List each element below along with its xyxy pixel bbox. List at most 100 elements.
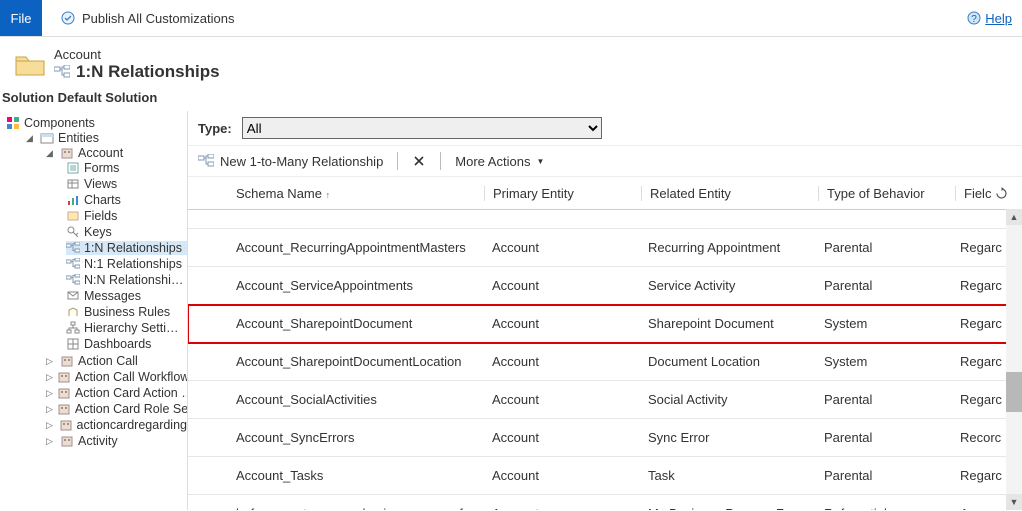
- tree-item[interactable]: ▷Action Card Action …: [40, 385, 187, 401]
- tree-item[interactable]: ▷Action Call Workflow: [40, 369, 187, 385]
- col-primary[interactable]: Primary Entity: [485, 186, 642, 201]
- sidebar: Components◢Entities◢AccountFormsViewsCha…: [0, 111, 188, 510]
- tree-item[interactable]: Views: [60, 176, 187, 192]
- refresh-icon[interactable]: [995, 187, 1008, 200]
- type-select[interactable]: All: [242, 117, 602, 139]
- tree-item[interactable]: Keys: [60, 224, 187, 240]
- relationship-icon: [54, 65, 70, 79]
- tree-item[interactable]: Hierarchy Setti…: [60, 320, 187, 336]
- delete-icon: [412, 154, 426, 168]
- header-entity: Account: [54, 47, 220, 62]
- sort-asc-icon: ↑: [326, 190, 331, 200]
- col-related[interactable]: Related Entity: [642, 186, 819, 201]
- scrollbar-thumb[interactable]: [1006, 372, 1022, 412]
- cell-schema: Account_Tasks: [228, 468, 484, 483]
- tree-item[interactable]: 1:N Relationships: [60, 240, 187, 256]
- col-field[interactable]: Fielc: [956, 186, 1022, 201]
- help-icon: ?: [967, 11, 981, 25]
- new-relationship-label: New 1-to-Many Relationship: [220, 154, 383, 169]
- tree-item[interactable]: Dashboards: [60, 336, 187, 352]
- cell-behavior: System: [816, 354, 952, 369]
- tree-item[interactable]: ▷actioncardregarding: [40, 417, 187, 433]
- cell-primary: Account: [484, 316, 640, 331]
- cell-primary: Account: [484, 240, 640, 255]
- tree-item[interactable]: ▷Action Card Role Se…: [40, 401, 187, 417]
- cell-behavior: System: [816, 316, 952, 331]
- cell-primary: Account: [484, 354, 640, 369]
- cell-related: Sharepoint Document: [640, 316, 816, 331]
- cell-behavior: Parental: [816, 392, 952, 407]
- tree-item[interactable]: Messages: [60, 288, 187, 304]
- svg-text:?: ?: [971, 14, 977, 25]
- help-link[interactable]: ? Help: [967, 11, 1012, 26]
- tree-account[interactable]: ◢AccountFormsViewsChartsFieldsKeys1:N Re…: [40, 145, 187, 353]
- tree-components[interactable]: Components◢Entities◢AccountFormsViewsCha…: [0, 115, 187, 451]
- table-row[interactable]: Account_SyncErrorsAccountSync ErrorParen…: [188, 419, 1022, 457]
- cell-primary: Account: [484, 506, 640, 510]
- chevron-down-icon: ▼: [536, 157, 544, 166]
- more-actions-button[interactable]: More Actions ▼: [455, 154, 544, 169]
- cell-behavior: Parental: [816, 468, 952, 483]
- table-row[interactable]: Account_RecurringAppointmentMastersAccou…: [188, 229, 1022, 267]
- tree-item[interactable]: Fields: [60, 208, 187, 224]
- cell-schema: Account_ServiceAppointments: [228, 278, 484, 293]
- tree-item[interactable]: ▷Action Call: [40, 353, 187, 369]
- cell-schema: Account_SharepointDocumentLocation: [228, 354, 484, 369]
- cell-related: Task: [640, 468, 816, 483]
- table-row[interactable]: Account_SharepointDocumentLocationAccoun…: [188, 343, 1022, 381]
- table-row[interactable]: [188, 210, 1022, 229]
- table-row[interactable]: Account_SharepointDocumentAccountSharepo…: [188, 305, 1022, 343]
- cell-related: Sync Error: [640, 430, 816, 445]
- cell-schema: Account_RecurringAppointmentMasters: [228, 240, 484, 255]
- cell-related: Service Activity: [640, 278, 816, 293]
- cell-schema: Account_SyncErrors: [228, 430, 484, 445]
- cell-related: Recurring Appointment: [640, 240, 816, 255]
- tree-item[interactable]: N:1 Relationships: [60, 256, 187, 272]
- toolbar-separator: [397, 152, 398, 170]
- delete-button[interactable]: [412, 154, 426, 168]
- grid-header: Schema Name ↑ Primary Entity Related Ent…: [188, 177, 1022, 210]
- help-label: Help: [985, 11, 1012, 26]
- scroll-down-button[interactable]: ▼: [1006, 494, 1022, 510]
- col-schema[interactable]: Schema Name ↑: [228, 186, 485, 201]
- tree-item[interactable]: Business Rules: [60, 304, 187, 320]
- publish-all-label: Publish All Customizations: [82, 11, 234, 26]
- tree-item[interactable]: Forms: [60, 160, 187, 176]
- tree-item[interactable]: ▷Activity: [40, 433, 187, 449]
- cell-behavior: Referential: [816, 506, 952, 510]
- table-row[interactable]: Account_SocialActivitiesAccountSocial Ac…: [188, 381, 1022, 419]
- cell-schema: Account_SocialActivities: [228, 392, 484, 407]
- cell-related: My Business Process F…: [640, 506, 816, 510]
- col-behavior[interactable]: Type of Behavior: [819, 186, 956, 201]
- relationship-icon: [198, 154, 214, 168]
- cell-primary: Account: [484, 392, 640, 407]
- table-row[interactable]: bpf_account_new_mybusinessprocessflowAcc…: [188, 495, 1022, 510]
- tree-entities[interactable]: ◢Entities◢AccountFormsViewsChartsFieldsK…: [20, 130, 187, 450]
- cell-schema: bpf_account_new_mybusinessprocessflow: [228, 506, 484, 510]
- type-label: Type:: [198, 121, 232, 136]
- solution-label: Solution Default Solution: [0, 88, 1022, 111]
- cell-related: Social Activity: [640, 392, 816, 407]
- cell-primary: Account: [484, 468, 640, 483]
- scrollbar-track[interactable]: [1006, 209, 1022, 510]
- cell-behavior: Parental: [816, 240, 952, 255]
- folder-icon: [14, 51, 46, 79]
- cell-primary: Account: [484, 278, 640, 293]
- publish-icon: [60, 10, 76, 26]
- table-row[interactable]: Account_TasksAccountTaskParentalRegarc: [188, 457, 1022, 495]
- new-relationship-button[interactable]: New 1-to-Many Relationship: [198, 154, 383, 169]
- table-row[interactable]: Account_ServiceAppointmentsAccountServic…: [188, 267, 1022, 305]
- more-actions-label: More Actions: [455, 154, 530, 169]
- scroll-up-button[interactable]: ▲: [1006, 209, 1022, 225]
- cell-behavior: Parental: [816, 278, 952, 293]
- tree-item[interactable]: N:N Relationshi…: [60, 272, 187, 288]
- publish-all-button[interactable]: Publish All Customizations: [52, 6, 242, 30]
- cell-behavior: Parental: [816, 430, 952, 445]
- tree-item[interactable]: Charts: [60, 192, 187, 208]
- cell-primary: Account: [484, 430, 640, 445]
- file-menu[interactable]: File: [0, 0, 42, 36]
- cell-related: Document Location: [640, 354, 816, 369]
- cell-schema: Account_SharepointDocument: [228, 316, 484, 331]
- toolbar-separator: [440, 152, 441, 170]
- page-title: 1:N Relationships: [76, 62, 220, 82]
